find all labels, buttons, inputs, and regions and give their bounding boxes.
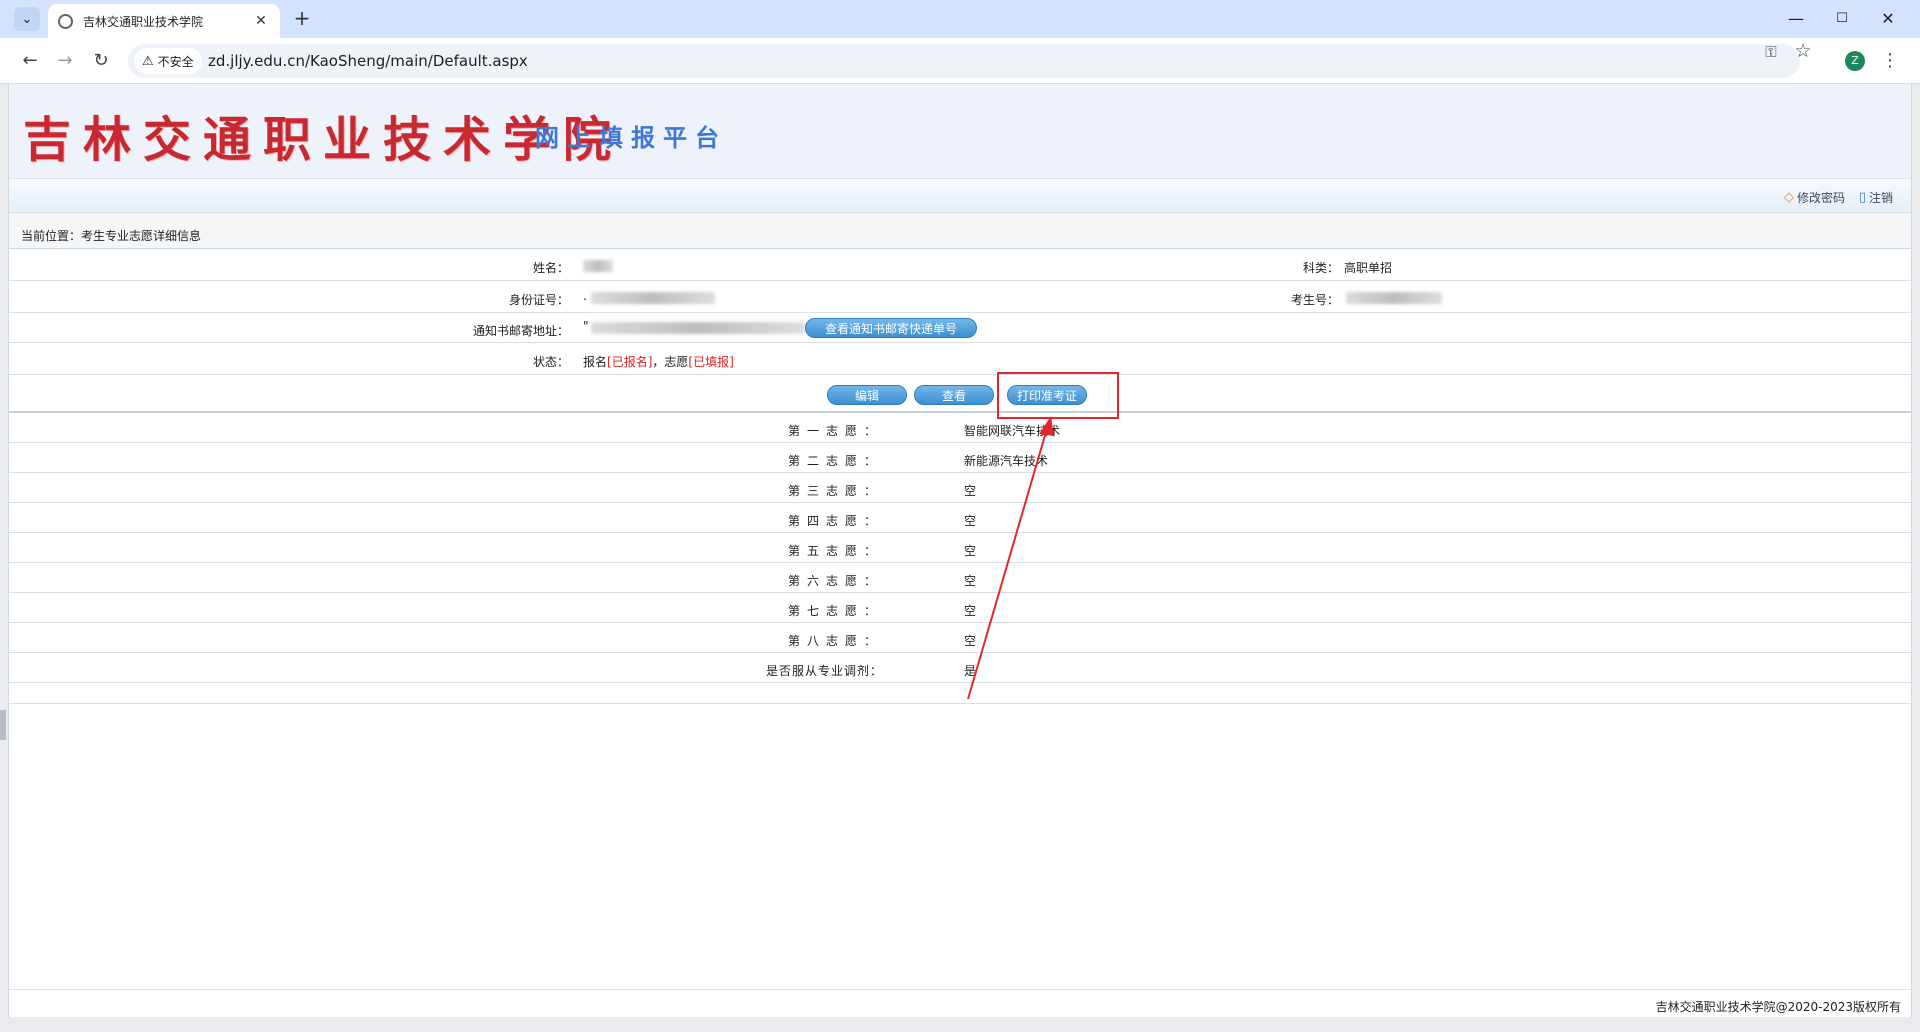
exam-no-redacted [1346,292,1442,304]
profile-avatar[interactable]: Z [1845,51,1865,71]
security-label: 不安全 [157,54,194,69]
annotation-highlight-box [997,372,1119,419]
status-mid: ，志愿 [652,355,689,369]
category-label: 科类： [1302,261,1339,275]
tab-title: 吉林交通职业技术学院 [83,14,204,29]
close-tab-icon[interactable]: ✕ [252,13,270,29]
address-redacted [591,322,805,334]
info-row-name: 姓名： 科类： 高职单招 [9,249,1911,281]
choice-label: 第五志愿： [787,544,883,558]
id-value-redacted [591,292,715,304]
express-tracking-button[interactable]: 查看通知书邮寄快递单号 [805,318,977,338]
choice-row-8: 第八志愿： 空 [9,623,1911,653]
address-value: " [583,319,589,333]
banner-title: 吉林交通职业技术学院 [23,112,624,168]
id-label: 身份证号： [508,293,569,307]
choice-label: 第四志愿： [787,514,883,528]
security-chip[interactable]: ⚠ 不安全 [134,48,202,74]
name-label: 姓名： [532,261,569,275]
choice-row-4: 第四志愿： 空 [9,503,1911,533]
choice-row-adjust: 是否服从专业调剂： 是 [9,653,1911,683]
category-value: 高职单招 [1344,261,1393,275]
choice-row-7: 第七志愿： 空 [9,593,1911,623]
choice-value: 空 [964,574,977,588]
name-value-redacted [583,260,613,272]
user-bar: ◇ 修改密码 ▯ 注销 [9,179,1911,213]
choice-value: 空 [964,634,977,648]
choice-label: 第三志愿： [787,484,883,498]
choice-value: 空 [964,484,977,498]
choices-spacer-row [9,683,1911,704]
choice-label: 第二志愿： [787,454,883,468]
choice-value: 新能源汽车技术 [964,454,1049,468]
choice-value: 智能网联汽车技术 [964,424,1061,438]
status-label: 状态： [532,355,569,369]
info-row-address: 通知书邮寄地址： " 查看通知书邮寄快递单号 [9,313,1911,343]
url-text[interactable]: zd.jljy.edu.cn/KaoSheng/main/Default.asp… [208,52,528,70]
choice-label: 第六志愿： [787,574,883,588]
info-row-id: 身份证号： . 考生号： [9,281,1911,313]
exam-no-label: 考生号： [1290,293,1339,307]
trash-icon: ▯ [1858,190,1866,205]
change-password-link[interactable]: ◇ 修改密码 [1784,189,1845,206]
info-row-status: 状态： 报名[已报名]，志愿[已填报] [9,343,1911,375]
close-window-icon[interactable]: ✕ [1870,6,1906,32]
choice-value: 空 [964,604,977,618]
choice-row-1: 第一志愿： 智能网联汽车技术 [9,413,1911,443]
back-icon[interactable]: ← [17,48,43,74]
new-tab-icon[interactable]: + [290,7,314,31]
choice-row-2: 第二志愿： 新能源汽车技术 [9,443,1911,473]
browser-toolbar: ← → ↻ ⚠ 不安全 zd.jljy.edu.cn/KaoSheng/main… [0,38,1920,84]
page-viewport: 吉林交通职业技术学院 网上填报平台 ◇ 修改密码 ▯ 注销 当前位置：考生专业志… [0,84,1920,1032]
logout-link[interactable]: ▯ 注销 [1859,189,1893,206]
key-icon[interactable]: ⚿ [1760,43,1782,61]
choice-row-3: 第三志愿： 空 [9,473,1911,503]
choice-value: 空 [964,544,977,558]
banner-subtitle: 网上填报平台 [535,123,727,152]
status-enrolled: [已报名] [607,355,653,369]
forward-icon[interactable]: → [52,48,78,74]
scrollbar-thumb[interactable] [0,710,6,740]
bottom-strip [0,1017,1920,1032]
tab-list-icon[interactable]: ⌄ [14,7,40,31]
id-value: . [583,289,587,303]
edit-button[interactable]: 编辑 [827,385,907,405]
pencil-icon: ◇ [1783,190,1794,205]
choice-label: 第七志愿： [787,604,883,618]
choice-value: 空 [964,514,977,528]
action-row: 编辑 查看 打印准考证 [9,375,1911,411]
address-label: 通知书邮寄地址： [472,324,569,338]
view-button[interactable]: 查看 [914,385,994,405]
choice-label: 第一志愿： [787,424,883,438]
change-password-label: 修改密码 [1796,191,1845,205]
copyright-text: 吉林交通职业技术学院@2020-2023版权所有 [1655,1000,1901,1014]
choice-label: 是否服从专业调剂： [765,664,883,678]
star-icon[interactable]: ☆ [1792,40,1814,62]
site-banner: 吉林交通职业技术学院 网上填报平台 [9,84,1911,179]
status-prefix: 报名 [583,355,608,369]
active-tab[interactable]: 吉林交通职业技术学院 ✕ [48,4,280,38]
browser-tabstrip: ⌄ 吉林交通职业技术学院 ✕ + — ☐ ✕ [0,0,1920,38]
reload-icon[interactable]: ↻ [88,48,114,74]
logout-label: 注销 [1868,191,1893,205]
address-bar[interactable]: ⚠ 不安全 zd.jljy.edu.cn/KaoSheng/main/Defau… [128,44,1800,78]
minimize-icon[interactable]: — [1778,6,1814,32]
choice-row-5: 第五志愿： 空 [9,533,1911,563]
choice-row-6: 第六志愿： 空 [9,563,1911,593]
globe-favicon-icon [58,13,73,29]
choice-label: 第八志愿： [787,634,883,648]
menu-icon[interactable]: ⋮ [1880,48,1900,74]
footer: 吉林交通职业技术学院@2020-2023版权所有 [9,989,1911,1017]
choice-value: 是 [964,664,977,678]
breadcrumb: 当前位置：考生专业志愿详细信息 [9,213,1911,249]
status-filled: [已填报] [688,355,734,369]
warning-icon: ⚠ [142,53,154,69]
status-value: 报名[已报名]，志愿[已填报] [583,353,734,370]
page-container: 吉林交通职业技术学院 网上填报平台 ◇ 修改密码 ▯ 注销 当前位置：考生专业志… [8,84,1912,1017]
maximize-icon[interactable]: ☐ [1824,6,1860,32]
